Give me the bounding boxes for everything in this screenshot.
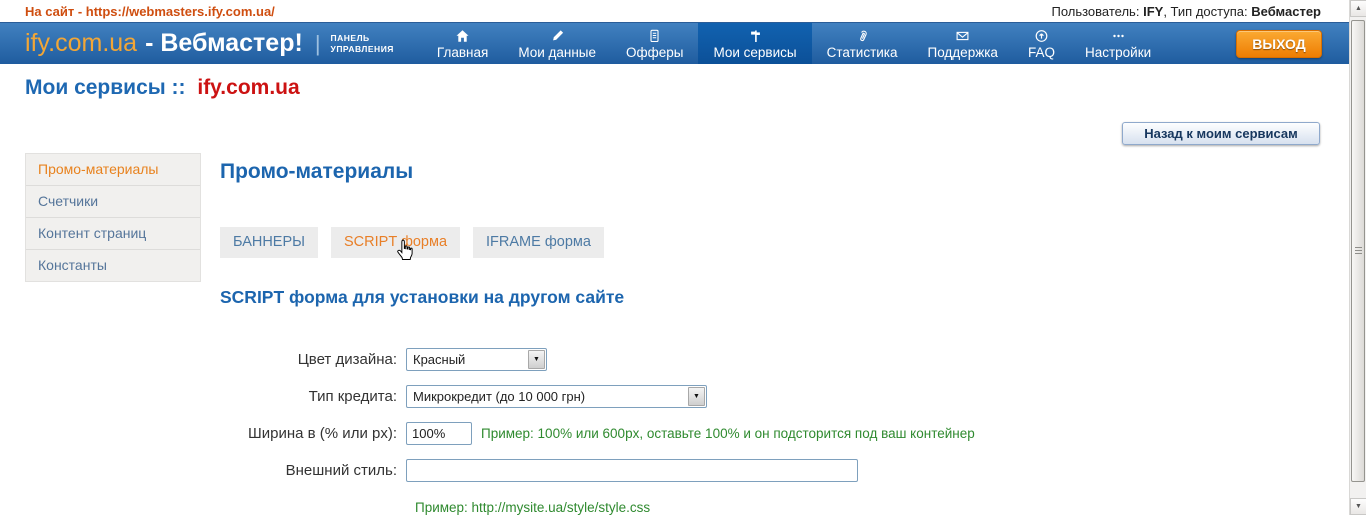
external-style-hint-row: Пример: http://mysite.ua/style/style.css	[415, 499, 1220, 517]
nav-item-label: Поддержка	[928, 45, 998, 60]
design-color-select[interactable]: Красный ▼	[406, 348, 547, 371]
user-info: Пользователь: IFY, Тип доступа: Вебмасте…	[1051, 4, 1321, 19]
scrollbar-grip	[1355, 247, 1362, 256]
chevron-down-icon: ▼	[688, 387, 705, 406]
nav-item-label: Статистика	[827, 45, 898, 60]
sidebar-item-counters[interactable]: Счетчики	[26, 186, 200, 218]
pencil-icon	[550, 28, 565, 43]
nav-item-offers[interactable]: Офферы	[611, 23, 698, 64]
hand-cursor	[394, 238, 417, 269]
credit-type-value: Микрокредит (до 10 000 грн)	[413, 389, 585, 404]
external-style-label: Внешний стиль:	[220, 462, 406, 479]
promo-tabs: БАННЕРЫ SCRIPT форма IFRAME форма	[220, 227, 1220, 258]
scrollbar-down-arrow[interactable]: ▼	[1350, 498, 1366, 515]
document-icon	[647, 28, 662, 43]
width-hint: Пример: 100% или 600px, оставьте 100% и …	[481, 426, 975, 441]
breadcrumb: Мои сервисы :: ify.com.ua	[25, 76, 300, 100]
panel-label-line1: ПАНЕЛЬ	[331, 33, 394, 44]
user-label: Пользователь:	[1051, 4, 1139, 19]
ellipsis-icon	[1111, 28, 1126, 43]
logo: ify.com.ua - Вебмастер! | ПАНЕЛЬ УПРАВЛЕ…	[0, 29, 394, 58]
nav-item-my-services[interactable]: Мои сервисы	[698, 23, 811, 64]
scrollbar-thumb[interactable]	[1351, 20, 1365, 482]
width-label: Ширина в (% или px):	[220, 425, 406, 442]
panel-label-line2: УПРАВЛЕНИЯ	[331, 44, 394, 55]
home-icon	[455, 28, 470, 43]
nav-item-statistics[interactable]: Статистика	[812, 23, 913, 64]
nav-item-my-data[interactable]: Мои данные	[503, 23, 611, 64]
sidebar-item-constants[interactable]: Константы	[26, 250, 200, 281]
nav-item-faq[interactable]: FAQ	[1013, 23, 1070, 64]
nav-item-label: Главная	[437, 45, 488, 60]
nav-item-label: FAQ	[1028, 45, 1055, 60]
breadcrumb-site: ify.com.ua	[197, 76, 299, 99]
design-color-label: Цвет дизайна:	[220, 351, 406, 368]
script-form: Цвет дизайна: Красный ▼ Тип кредита: Мик…	[220, 348, 1220, 517]
back-button[interactable]: Назад к моим сервисам	[1122, 122, 1320, 145]
design-color-value: Красный	[413, 352, 465, 367]
site-link[interactable]: На сайт - https://webmasters.ify.com.ua/	[25, 4, 275, 19]
sidebar-item-promo-materials[interactable]: Промо-материалы	[26, 154, 200, 186]
vertical-scrollbar: ▲ ▼	[1349, 0, 1366, 515]
logo-divider: |	[315, 31, 321, 57]
nav-item-support[interactable]: Поддержка	[913, 23, 1013, 64]
section-title: SCRIPT форма для установки на другом сай…	[220, 287, 1220, 308]
form-row-width: Ширина в (% или px): Пример: 100% или 60…	[220, 422, 1220, 445]
logo-suffix: - Вебмастер!	[145, 29, 303, 58]
width-input[interactable]	[406, 422, 472, 445]
logout-button[interactable]: ВЫХОД	[1236, 30, 1322, 58]
credit-type-select[interactable]: Микрокредит (до 10 000 грн) ▼	[406, 385, 707, 408]
main-content: Промо-материалы БАННЕРЫ SCRIPT форма IFR…	[220, 160, 1220, 517]
nav-item-label: Мои сервисы	[713, 45, 796, 60]
page-title: Промо-материалы	[220, 160, 1220, 184]
sidebar-item-page-content[interactable]: Контент страниц	[26, 218, 200, 250]
envelope-icon	[955, 28, 970, 43]
external-style-hint: Пример: http://mysite.ua/style/style.css	[415, 500, 650, 515]
nav-item-settings[interactable]: Настройки	[1070, 23, 1166, 64]
nav-item-label: Мои данные	[518, 45, 596, 60]
external-style-input[interactable]	[406, 459, 858, 482]
arrow-up-circle-icon	[1034, 28, 1049, 43]
page: { "top_bar": { "site_link": "На сайт - h…	[0, 0, 1366, 515]
user-name: IFY	[1143, 4, 1163, 19]
nav-item-home[interactable]: Главная	[422, 23, 503, 64]
main-nav: ify.com.ua - Вебмастер! | ПАНЕЛЬ УПРАВЛЕ…	[0, 22, 1349, 64]
form-row-external-style: Внешний стиль:	[220, 459, 1220, 482]
chevron-down-icon: ▼	[528, 350, 545, 369]
nav-items: Главная Мои данные Офферы Мои сервисы Ст…	[422, 23, 1166, 64]
form-row-design-color: Цвет дизайна: Красный ▼	[220, 348, 1220, 371]
signpost-icon	[748, 28, 763, 43]
form-row-credit-type: Тип кредита: Микрокредит (до 10 000 грн)…	[220, 385, 1220, 408]
nav-item-label: Офферы	[626, 45, 683, 60]
panel-label: ПАНЕЛЬ УПРАВЛЕНИЯ	[331, 33, 394, 54]
sidebar: Промо-материалы Счетчики Контент страниц…	[25, 153, 201, 282]
scrollbar-up-arrow[interactable]: ▲	[1350, 0, 1366, 17]
logo-domain: ify.com.ua	[25, 29, 137, 58]
tab-iframe-form[interactable]: IFRAME форма	[473, 227, 604, 258]
top-bar: На сайт - https://webmasters.ify.com.ua/…	[0, 0, 1349, 22]
access-label: , Тип доступа:	[1163, 4, 1247, 19]
credit-type-label: Тип кредита:	[220, 388, 406, 405]
paperclip-icon	[855, 28, 870, 43]
tab-banners[interactable]: БАННЕРЫ	[220, 227, 318, 258]
breadcrumb-section: Мои сервисы ::	[25, 76, 186, 99]
nav-item-label: Настройки	[1085, 45, 1151, 60]
access-type: Вебмастер	[1251, 4, 1321, 19]
